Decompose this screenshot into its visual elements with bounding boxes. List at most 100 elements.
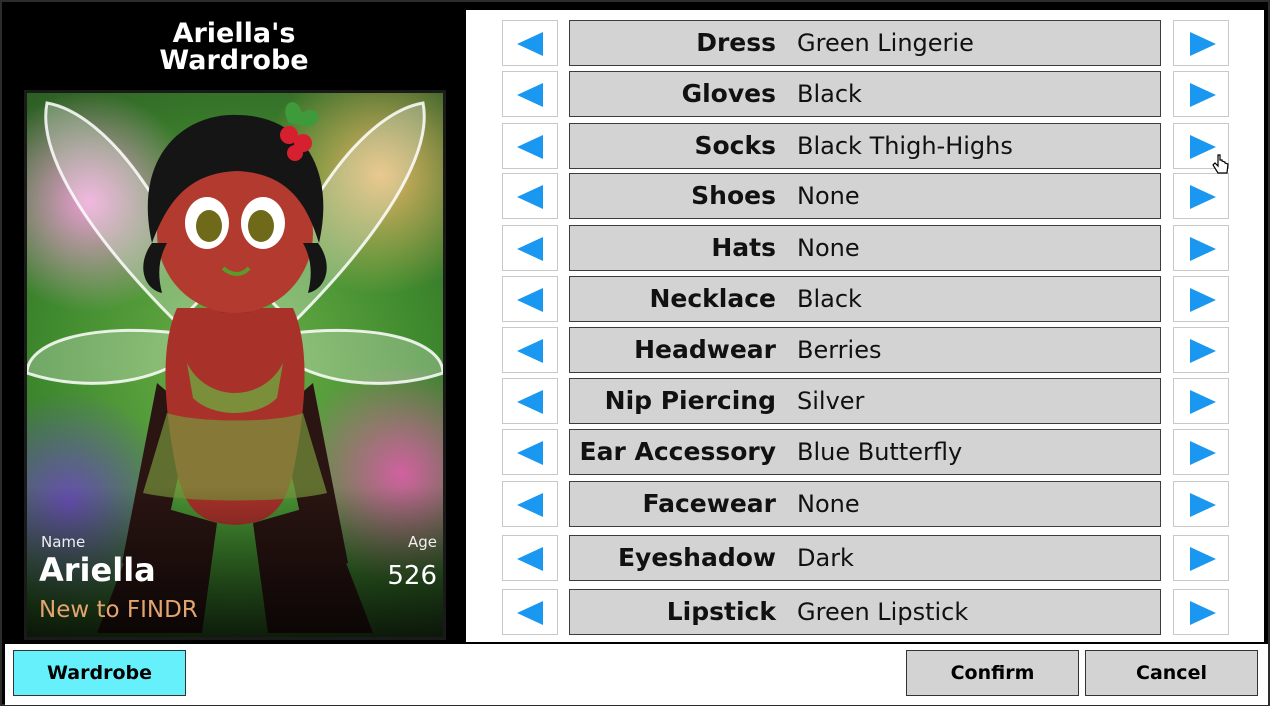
option-category: Lipstick [666, 597, 776, 626]
option-row: Facewear None [466, 481, 1264, 527]
right-arrow-icon [1190, 83, 1216, 107]
previous-option-button[interactable] [502, 225, 558, 271]
right-arrow-icon [1190, 547, 1216, 571]
option-bar: Dress Green Lingerie [569, 20, 1161, 66]
option-category: Gloves [681, 79, 776, 108]
option-category: Ear Accessory [579, 437, 776, 466]
option-value: Berries [797, 336, 882, 364]
option-row: Headwear Berries [466, 327, 1264, 373]
left-arrow-icon [517, 601, 543, 625]
next-option-button[interactable] [1173, 71, 1229, 117]
next-option-button[interactable] [1173, 173, 1229, 219]
right-arrow-icon [1190, 237, 1216, 261]
previous-option-button[interactable] [502, 20, 558, 66]
character-status: New to FINDR [39, 597, 198, 623]
option-category: Socks [694, 131, 776, 160]
option-bar: Facewear None [569, 481, 1161, 527]
option-bar: Headwear Berries [569, 327, 1161, 373]
left-arrow-icon [517, 441, 543, 465]
next-option-button[interactable] [1173, 481, 1229, 527]
next-option-button[interactable] [1173, 327, 1229, 373]
next-option-button[interactable] [1173, 20, 1229, 66]
option-row: Lipstick Green Lipstick [466, 589, 1264, 635]
wardrobe-button[interactable]: Wardrobe [13, 650, 186, 696]
option-row: Necklace Black [466, 276, 1264, 322]
right-arrow-icon [1190, 493, 1216, 517]
left-arrow-icon [517, 339, 543, 363]
option-row: Hats None [466, 225, 1264, 271]
wardrobe-title: Ariella's Wardrobe [22, 20, 446, 74]
option-category: Facewear [642, 489, 776, 518]
option-category: Headwear [634, 335, 776, 364]
age-label: Age [407, 533, 437, 551]
next-option-button[interactable] [1173, 276, 1229, 322]
previous-option-button[interactable] [502, 429, 558, 475]
bottom-bar: Wardrobe Confirm Cancel [5, 644, 1268, 705]
option-row: Socks Black Thigh-Highs [466, 123, 1264, 169]
option-category: Shoes [691, 181, 776, 210]
right-arrow-icon [1190, 185, 1216, 209]
previous-option-button[interactable] [502, 378, 558, 424]
option-row: Ear Accessory Blue Butterfly [466, 429, 1264, 475]
option-value: Dark [797, 544, 854, 572]
option-category: Dress [696, 28, 776, 57]
left-arrow-icon [517, 547, 543, 571]
left-arrow-icon [517, 493, 543, 517]
previous-option-button[interactable] [502, 327, 558, 373]
game-screen: Ariella's Wardrobe Name Ariella Age 526 … [0, 0, 1270, 706]
option-row: Shoes None [466, 173, 1264, 219]
option-category: Nip Piercing [604, 386, 776, 415]
left-arrow-icon [517, 83, 543, 107]
left-arrow-icon [517, 135, 543, 159]
previous-option-button[interactable] [502, 589, 558, 635]
hand-cursor-icon [1212, 154, 1229, 174]
left-arrow-icon [517, 185, 543, 209]
option-bar: Hats None [569, 225, 1161, 271]
option-row: Eyeshadow Dark [466, 535, 1264, 581]
option-value: Black [797, 80, 862, 108]
previous-option-button[interactable] [502, 173, 558, 219]
option-value: None [797, 234, 860, 262]
left-arrow-icon [517, 390, 543, 414]
option-bar: Shoes None [569, 173, 1161, 219]
right-arrow-icon [1190, 601, 1216, 625]
confirm-button[interactable]: Confirm [906, 650, 1079, 696]
previous-option-button[interactable] [502, 71, 558, 117]
wardrobe-options-panel: Dress Green Lingerie Gloves Black Socks Black… [466, 10, 1264, 642]
next-option-button[interactable] [1173, 225, 1229, 271]
right-arrow-icon [1190, 390, 1216, 414]
option-value: Silver [797, 387, 865, 415]
previous-option-button[interactable] [502, 535, 558, 581]
previous-option-button[interactable] [502, 481, 558, 527]
option-row: Dress Green Lingerie [466, 20, 1264, 66]
option-bar: Gloves Black [569, 71, 1161, 117]
next-option-button[interactable] [1173, 429, 1229, 475]
option-value: Black [797, 285, 862, 313]
option-value: Blue Butterfly [797, 438, 963, 466]
title-line-1: Ariella's [172, 18, 296, 49]
option-bar: Nip Piercing Silver [569, 378, 1161, 424]
next-option-button[interactable] [1173, 378, 1229, 424]
previous-option-button[interactable] [502, 276, 558, 322]
next-option-button[interactable] [1173, 535, 1229, 581]
left-arrow-icon [517, 32, 543, 56]
option-bar: Socks Black Thigh-Highs [569, 123, 1161, 169]
option-value: None [797, 182, 860, 210]
option-value: Green Lingerie [797, 29, 974, 57]
left-arrow-icon [517, 288, 543, 312]
option-value: None [797, 490, 860, 518]
left-arrow-icon [517, 237, 543, 261]
right-arrow-icon [1190, 441, 1216, 465]
option-category: Eyeshadow [617, 543, 776, 572]
next-option-button[interactable] [1173, 589, 1229, 635]
right-arrow-icon [1190, 339, 1216, 363]
character-age: 526 [387, 561, 437, 591]
option-bar: Ear Accessory Blue Butterfly [569, 429, 1161, 475]
cancel-button[interactable]: Cancel [1085, 650, 1258, 696]
character-name: Ariella [39, 551, 156, 589]
previous-option-button[interactable] [502, 123, 558, 169]
character-portrait: Name Ariella Age 526 New to FINDR [24, 90, 446, 640]
option-category: Necklace [649, 284, 776, 313]
option-bar: Necklace Black [569, 276, 1161, 322]
title-line-2: Wardrobe [159, 45, 309, 76]
